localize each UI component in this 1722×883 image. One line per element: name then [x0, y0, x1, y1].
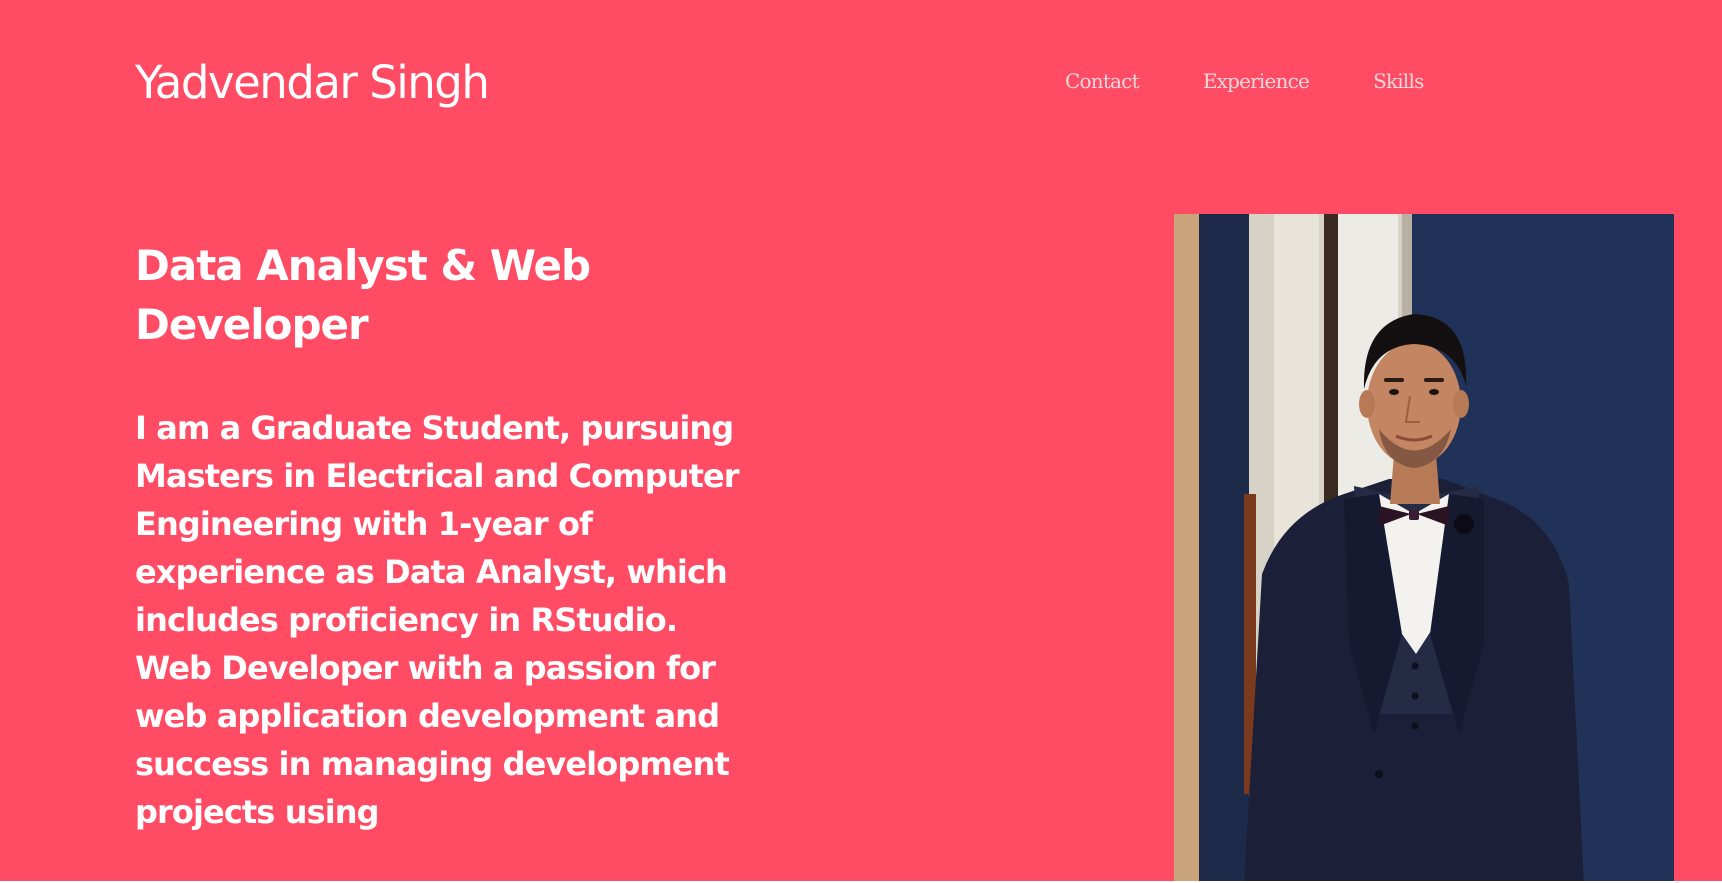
profile-photo-illustration [1174, 214, 1674, 881]
page: Yadvendar Singh Contact Experience Skill… [0, 0, 1722, 881]
hero-bio: I am a Graduate Student, pursuing Master… [135, 409, 740, 831]
hero-headline: Data Analyst & Web Developer [135, 241, 591, 349]
nav-link-skills[interactable]: Skills [1373, 66, 1424, 96]
nav-link-experience[interactable]: Experience [1203, 66, 1310, 96]
brand-name[interactable]: Yadvendar Singh [135, 50, 490, 116]
main-nav: Contact Experience Skills [1065, 66, 1424, 96]
profile-photo [1174, 214, 1674, 881]
nav-link-contact[interactable]: Contact [1065, 66, 1140, 96]
